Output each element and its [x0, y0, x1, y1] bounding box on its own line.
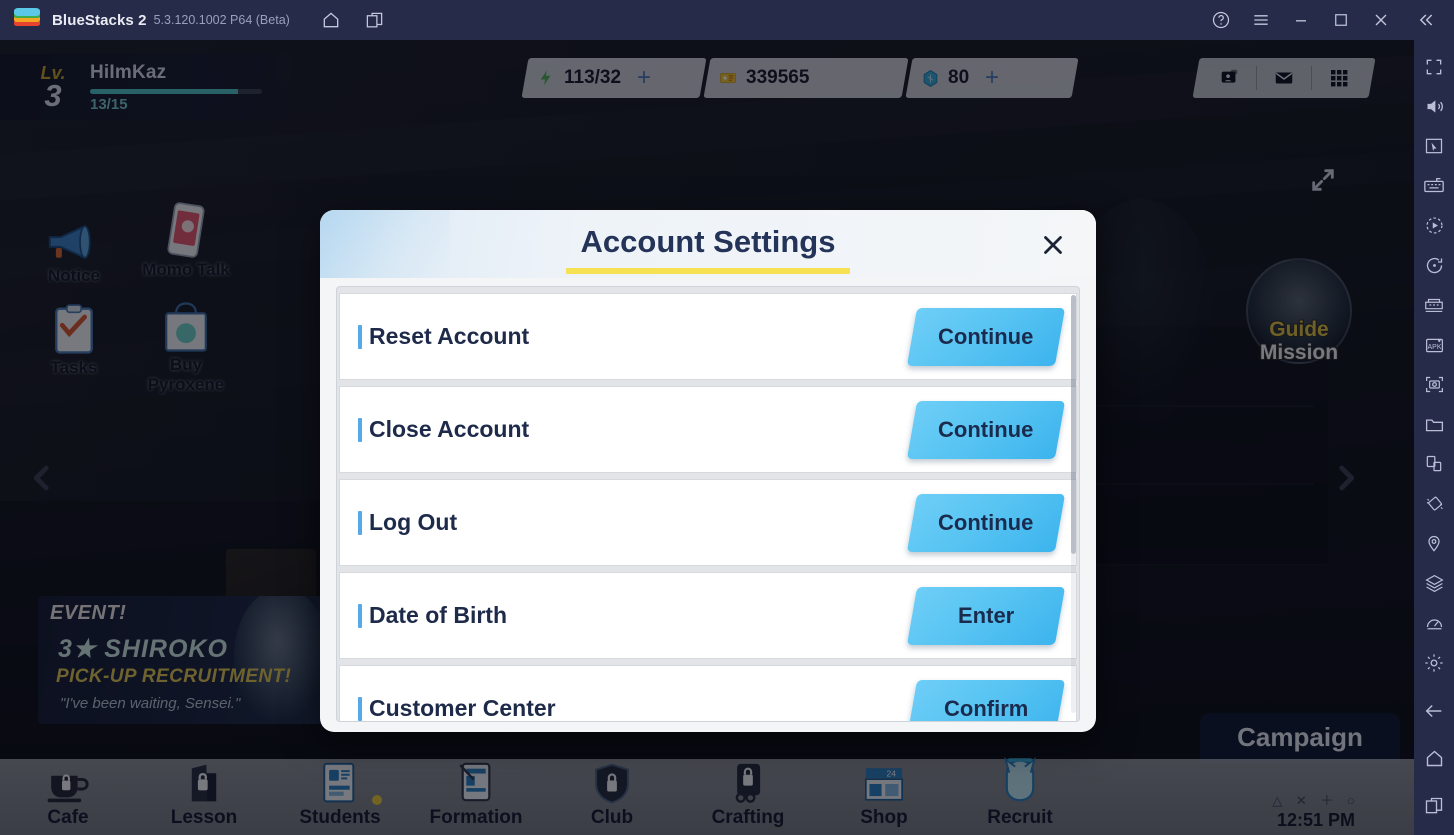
multi-instance-icon[interactable] [358, 3, 392, 37]
row-label: Close Account [369, 416, 530, 442]
svg-text:APK: APK [1427, 344, 1441, 351]
settings-scrollbar[interactable] [1071, 295, 1076, 713]
button-label: Enter [957, 602, 1015, 628]
row-marker [358, 696, 362, 721]
close-icon[interactable] [1364, 3, 1398, 37]
bluestacks-logo-icon [14, 8, 40, 32]
keyboard-controls-icon[interactable] [1417, 169, 1451, 203]
date-of-birth-button[interactable]: Enter [906, 586, 1066, 645]
titlebar: BlueStacks 2 5.3.120.1002 P64 (Beta) [0, 0, 1454, 40]
row-marker [358, 324, 362, 349]
settings-gear-icon[interactable] [1417, 646, 1451, 680]
row-marker [358, 603, 362, 628]
home-icon[interactable] [314, 3, 348, 37]
media-folder-icon[interactable] [1417, 408, 1451, 442]
screenshot-icon[interactable] [1417, 368, 1451, 402]
hamburger-menu-icon[interactable] [1244, 3, 1278, 37]
modal-title: Account Settings [580, 224, 836, 259]
recents-icon[interactable] [1417, 789, 1451, 823]
button-label: Continue [938, 323, 1034, 349]
row-label: Customer Center [369, 695, 556, 721]
title-underline [566, 268, 850, 274]
reset-account-button[interactable]: Continue [906, 307, 1066, 366]
maximize-icon[interactable] [1324, 3, 1358, 37]
button-label: Continue [938, 416, 1034, 442]
home-icon[interactable] [1417, 741, 1451, 775]
multi-instance-manager-icon[interactable] [1417, 288, 1451, 322]
app-version: 5.3.120.1002 P64 (Beta) [153, 13, 290, 27]
bluestacks-sidebar: APK [1414, 40, 1454, 835]
help-icon[interactable] [1204, 3, 1238, 37]
settings-row-date-of-birth[interactable]: Date of Birth Enter [339, 572, 1077, 659]
close-icon[interactable] [1032, 224, 1074, 266]
fullscreen-icon[interactable] [1417, 50, 1451, 84]
macro-record-icon[interactable] [1417, 209, 1451, 243]
settings-row-close-account[interactable]: Close Account Continue [339, 386, 1077, 473]
log-out-button[interactable]: Continue [906, 493, 1066, 552]
window-controls [1198, 3, 1454, 37]
location-icon[interactable] [1417, 527, 1451, 561]
minimize-icon[interactable] [1284, 3, 1318, 37]
customer-center-button[interactable]: Confirm [906, 679, 1066, 721]
volume-icon[interactable] [1417, 90, 1451, 124]
row-marker [358, 417, 362, 442]
layers-icon[interactable] [1417, 567, 1451, 601]
row-label: Reset Account [369, 323, 530, 349]
row-marker [358, 510, 362, 535]
row-label: Log Out [369, 509, 458, 535]
settings-row-log-out[interactable]: Log Out Continue [339, 479, 1077, 566]
button-label: Confirm [943, 695, 1029, 721]
row-label: Date of Birth [369, 602, 507, 628]
button-label: Continue [938, 509, 1034, 535]
rotate-icon[interactable] [1417, 249, 1451, 283]
app-name: BlueStacks 2 [52, 11, 147, 29]
close-account-button[interactable]: Continue [906, 400, 1066, 459]
account-settings-modal: Account Settings Reset Account Continue … [320, 210, 1096, 732]
modal-header: Account Settings [320, 210, 1096, 278]
collapse-sidebar-icon[interactable] [1408, 3, 1442, 37]
settings-list: Reset Account Continue Close Account Con… [336, 286, 1080, 722]
install-apk-icon[interactable]: APK [1417, 328, 1451, 362]
settings-row-reset-account[interactable]: Reset Account Continue [339, 293, 1077, 380]
copy-paste-icon[interactable] [1417, 447, 1451, 481]
cursor-pointer-icon[interactable] [1417, 129, 1451, 163]
back-icon[interactable] [1417, 694, 1451, 728]
settings-row-customer-center[interactable]: Customer Center Confirm [339, 665, 1077, 721]
performance-icon[interactable] [1417, 606, 1451, 640]
game-viewport: Lv. 3 HiImKaz 13/15 113/32 + [0, 40, 1414, 835]
shake-icon[interactable] [1417, 487, 1451, 521]
bluestacks-window: BlueStacks 2 5.3.120.1002 P64 (Beta) APK… [0, 0, 1454, 835]
